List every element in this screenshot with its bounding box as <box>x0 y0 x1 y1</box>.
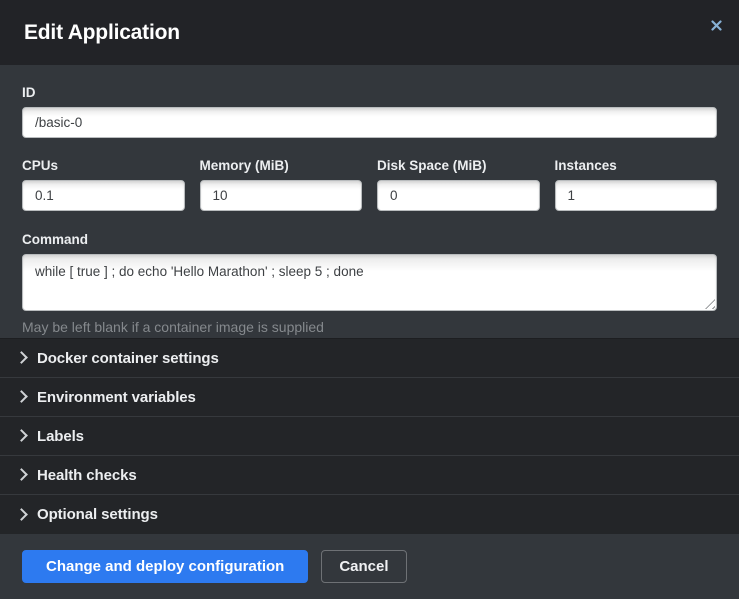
section-optional-settings[interactable]: Optional settings <box>0 495 739 534</box>
command-field-group: Command while [ true ] ; do echo 'Hello … <box>22 232 717 335</box>
disk-label: Disk Space (MiB) <box>377 158 540 173</box>
cancel-button[interactable]: Cancel <box>321 550 406 583</box>
instances-input[interactable] <box>555 180 718 211</box>
section-docker-container-settings[interactable]: Docker container settings <box>0 339 739 378</box>
memory-field-group: Memory (MiB) <box>200 158 363 211</box>
chevron-right-icon <box>15 468 28 481</box>
disk-input[interactable] <box>377 180 540 211</box>
resource-row: CPUs Memory (MiB) Disk Space (MiB) Insta… <box>22 158 717 211</box>
chevron-right-icon <box>15 429 28 442</box>
id-label: ID <box>22 85 717 100</box>
instances-label: Instances <box>555 158 718 173</box>
section-label: Labels <box>37 428 84 445</box>
chevron-right-icon <box>15 390 28 403</box>
command-textarea[interactable]: while [ true ] ; do echo 'Hello Marathon… <box>22 254 717 311</box>
section-labels[interactable]: Labels <box>0 417 739 456</box>
close-icon <box>711 20 722 31</box>
modal-title: Edit Application <box>24 21 180 45</box>
modal-footer: Change and deploy configuration Cancel <box>0 534 739 599</box>
id-field-group: ID <box>22 85 717 138</box>
instances-field-group: Instances <box>555 158 718 211</box>
command-textarea-wrap: while [ true ] ; do echo 'Hello Marathon… <box>22 254 717 311</box>
close-button[interactable] <box>705 14 727 36</box>
section-label: Docker container settings <box>37 350 219 367</box>
memory-label: Memory (MiB) <box>200 158 363 173</box>
command-help-text: May be left blank if a container image i… <box>22 319 717 335</box>
chevron-right-icon <box>15 351 28 364</box>
section-label: Optional settings <box>37 506 158 523</box>
section-label: Health checks <box>37 467 137 484</box>
disk-field-group: Disk Space (MiB) <box>377 158 540 211</box>
cpus-input[interactable] <box>22 180 185 211</box>
command-label: Command <box>22 232 717 247</box>
memory-input[interactable] <box>200 180 363 211</box>
id-input[interactable] <box>22 107 717 138</box>
section-health-checks[interactable]: Health checks <box>0 456 739 495</box>
section-environment-variables[interactable]: Environment variables <box>0 378 739 417</box>
cpus-field-group: CPUs <box>22 158 185 211</box>
modal-header: Edit Application <box>0 0 739 65</box>
section-label: Environment variables <box>37 389 196 406</box>
change-and-deploy-button[interactable]: Change and deploy configuration <box>22 550 308 583</box>
settings-accordion: Docker container settings Environment va… <box>0 338 739 534</box>
cpus-label: CPUs <box>22 158 185 173</box>
application-form: ID CPUs Memory (MiB) Disk Space (MiB) In… <box>0 65 739 338</box>
edit-application-modal: Edit Application ID CPUs Memory (MiB) Di… <box>0 0 739 599</box>
chevron-right-icon <box>15 508 28 521</box>
